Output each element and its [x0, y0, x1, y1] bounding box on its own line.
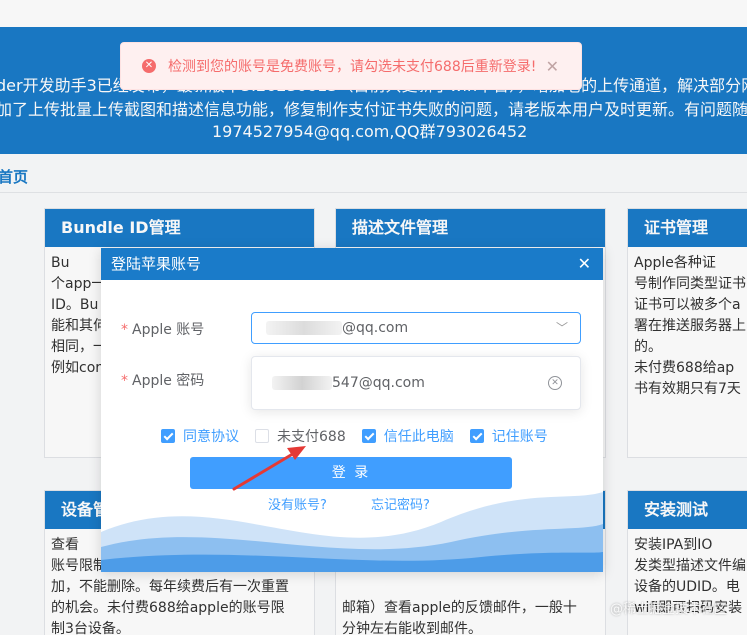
forgot-password-link[interactable]: 忘记密码?: [371, 494, 430, 513]
unpaid-688-checkbox[interactable]: 未支付688: [255, 426, 346, 446]
close-icon[interactable]: ✕: [578, 248, 591, 280]
toast-message: 检测到您的账号是免费账号，请勾选未支付688后重新登录!: [168, 59, 537, 75]
password-label: * Apple 密码: [121, 373, 205, 389]
login-dialog: 登陆苹果账号 ✕ * Apple 账号 @qq.com ﹀ * Apple 密码 5…: [101, 248, 603, 572]
account-dropdown-option[interactable]: 547@qq.com ✕: [251, 356, 581, 410]
redacted-text: [266, 321, 342, 335]
account-label: * Apple 账号: [121, 322, 205, 338]
error-toast: ✕ 检测到您的账号是免费账号，请勾选未支付688后重新登录! ✕: [120, 42, 582, 90]
dialog-title: 登陆苹果账号: [111, 255, 202, 273]
redacted-text: [272, 376, 332, 390]
checkbox-icon[interactable]: [161, 429, 175, 443]
checkbox-icon[interactable]: [469, 429, 484, 443]
close-icon[interactable]: ✕: [546, 57, 559, 76]
trust-computer-checkbox[interactable]: 信任此电脑: [361, 426, 454, 446]
dialog-header: 登陆苹果账号 ✕: [101, 248, 603, 280]
checkbox-icon[interactable]: [255, 429, 269, 443]
checkbox-row: 同意协议 未支付688 信任此电脑 记住账号: [161, 426, 564, 446]
checkbox-icon[interactable]: [361, 429, 376, 443]
chevron-down-icon[interactable]: ﹀: [556, 313, 568, 343]
watermark: @稀土掘金技术社区: [609, 602, 727, 617]
error-icon: ✕: [142, 59, 156, 73]
login-button[interactable]: 登 录: [190, 457, 512, 489]
remember-account-checkbox[interactable]: 记住账号: [469, 426, 548, 446]
agree-checkbox[interactable]: 同意协议: [161, 426, 239, 446]
clear-icon[interactable]: ✕: [548, 376, 562, 390]
no-account-link[interactable]: 没有账号?: [268, 494, 327, 513]
account-select[interactable]: @qq.com ﹀: [251, 312, 581, 344]
